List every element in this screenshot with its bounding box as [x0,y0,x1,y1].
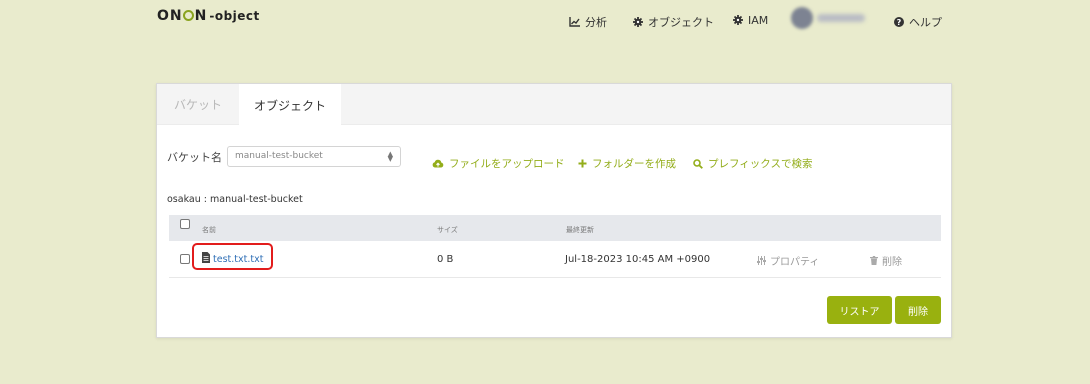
cloud-upload-icon [432,159,444,168]
question-circle-icon: ? [894,17,904,27]
tab-object[interactable]: オブジェクト [239,84,341,126]
properties-label: プロパティ [770,257,820,268]
delete-button[interactable]: 削除 [895,296,941,324]
nav-iam-label: IAM [748,13,769,27]
column-modified: 最終更新 [566,226,594,234]
file-icon [202,252,210,263]
create-folder-button[interactable]: フォルダーを作成 [578,156,676,171]
nav-help[interactable]: ? ヘルプ [894,14,942,30]
object-panel: バケット オブジェクト バケット名 manual-test-bucket ▲ ▼ … [156,83,952,338]
sliders-icon [757,256,766,265]
bucket-path: osakau : manual-test-bucket [167,194,303,205]
row-delete-label: 削除 [882,257,902,268]
nav-objects-label: オブジェクト [648,16,714,29]
logo-brand: ON N [157,8,208,24]
select-caret-icon: ▲ ▼ [387,150,393,163]
select-all-checkbox[interactable] [180,219,190,229]
search-prefix-label: プレフィックスで検索 [708,158,813,170]
logo-ring-icon [183,10,195,21]
user-menu[interactable] [791,7,871,29]
avatar [791,7,813,29]
trash-icon [870,256,878,265]
row-delete-button[interactable]: 削除 [870,253,902,268]
svg-text:?: ? [897,18,902,27]
column-name: 名前 [202,226,216,234]
nav-analytics[interactable]: 分析 [569,14,607,30]
nav-objects[interactable]: オブジェクト [633,14,714,30]
create-folder-label: フォルダーを作成 [592,158,676,170]
upload-file-label: ファイルをアップロード [449,158,565,170]
search-icon [693,158,703,169]
upload-file-button[interactable]: ファイルをアップロード [432,156,565,171]
user-name-redacted [817,14,865,22]
chart-line-icon [569,17,580,27]
app-logo[interactable]: ON N -object [157,8,260,24]
gear-icon [733,15,743,25]
bucket-name-label: バケット名 [167,151,222,164]
plus-icon [578,159,587,168]
table-row: test.txt.txt 0 B Jul-18-2023 10:45 AM +0… [169,241,941,278]
bucket-select[interactable]: manual-test-bucket ▲ ▼ [227,146,401,167]
logo-suffix: -object [209,9,260,23]
table-header: 名前 サイズ 最終更新 [169,215,941,241]
file-name-link[interactable]: test.txt.txt [213,254,263,265]
restore-button[interactable]: リストア [827,296,892,324]
file-name-cell[interactable]: test.txt.txt [202,252,263,265]
file-size-cell: 0 B [437,254,454,265]
tab-bucket[interactable]: バケット [157,84,239,125]
nav-help-label: ヘルプ [909,16,942,29]
tab-bar: バケット オブジェクト [157,84,951,126]
search-prefix-button[interactable]: プレフィックスで検索 [693,156,812,171]
nav-iam[interactable]: IAM [733,12,768,28]
column-size: サイズ [437,226,458,234]
nav-analytics-label: 分析 [585,16,607,29]
row-checkbox[interactable] [180,254,190,264]
bucket-select-value: manual-test-bucket [235,151,323,161]
file-modified-cell: Jul-18-2023 10:45 AM +0900 [565,254,711,265]
gear-icon [633,17,643,27]
properties-button[interactable]: プロパティ [757,253,819,268]
